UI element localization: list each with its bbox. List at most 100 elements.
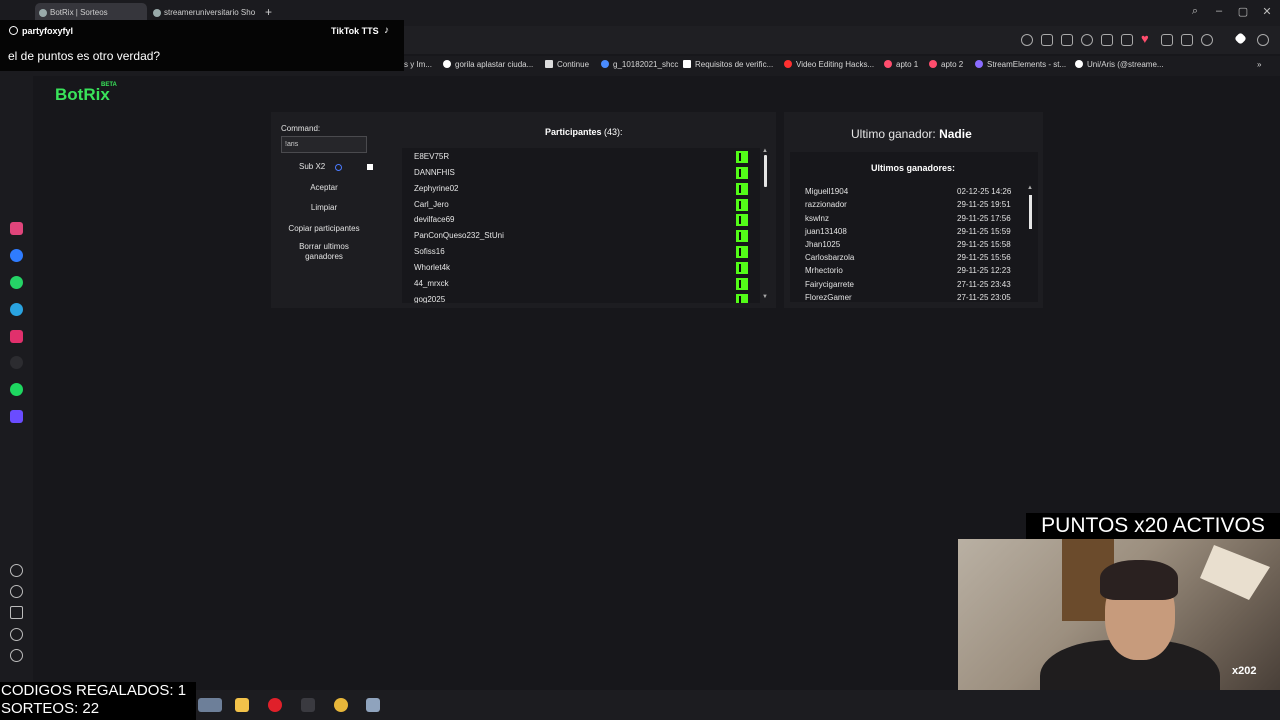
participants-scrollbar[interactable] <box>764 155 767 187</box>
bookmark-item[interactable]: g_10182021_shcc <box>601 59 678 71</box>
search-tabs-icon[interactable]: ⌕ <box>1188 5 1202 18</box>
image-thumbnail-icon[interactable] <box>198 698 222 712</box>
kick-icon <box>736 167 748 179</box>
x-icon[interactable] <box>10 356 23 369</box>
winner-date: 02-12-25 14:26 <box>957 187 1012 196</box>
folder-icon[interactable] <box>235 698 249 712</box>
clock-icon[interactable] <box>10 585 23 598</box>
list-item: devilface69 <box>414 215 455 224</box>
kick-icon <box>736 294 748 303</box>
botrix-logo[interactable]: BotRix <box>55 85 110 105</box>
kick-icon <box>736 183 748 195</box>
messenger-icon[interactable] <box>10 249 23 262</box>
instagram-icon[interactable] <box>10 330 23 343</box>
tiktok-icon: ♪ <box>384 25 389 36</box>
telegram-icon[interactable] <box>10 303 23 316</box>
winner-name: juan131408 <box>805 227 847 236</box>
spotify-icon[interactable] <box>10 383 23 396</box>
x-icon <box>683 60 691 68</box>
bookmark-item[interactable]: StreamElements - st... <box>975 59 1066 71</box>
points-banner: PUNTOS x20 ACTIVOS <box>1026 513 1280 539</box>
zoom-icon[interactable] <box>1021 34 1033 46</box>
edit-icon[interactable] <box>1041 34 1053 46</box>
link-icon <box>601 60 609 68</box>
new-tab-button[interactable]: + <box>265 5 272 19</box>
kick-icon <box>736 151 748 163</box>
file-icon <box>545 60 553 68</box>
winner-date: 29-11-25 17:56 <box>957 214 1011 223</box>
winner-date: 29-11-25 15:59 <box>957 227 1011 236</box>
app-icon[interactable] <box>301 698 315 712</box>
whatsapp-icon[interactable] <box>10 276 23 289</box>
play-icon[interactable] <box>1121 34 1133 46</box>
last-winner: Ultimo ganador: Nadie <box>851 127 972 141</box>
extension-icon[interactable] <box>1101 34 1113 46</box>
gear-icon[interactable] <box>10 628 23 641</box>
kick-icon <box>736 262 748 274</box>
info-icon[interactable] <box>335 164 342 171</box>
chrome-icon[interactable] <box>334 698 348 712</box>
scroll-up-icon[interactable]: ▲ <box>762 148 768 154</box>
airbnb-icon <box>884 60 892 68</box>
bookmark-item[interactable]: Continue <box>545 59 589 71</box>
shield-icon[interactable] <box>1081 34 1093 46</box>
bookmark-item[interactable]: s y Im... <box>404 59 432 71</box>
winners-title: Ultimos ganadores: <box>871 163 956 173</box>
globe-icon <box>153 9 161 17</box>
bookmark-item[interactable]: gorila aplastar ciuda... <box>443 59 533 71</box>
opera-icon[interactable] <box>268 698 282 712</box>
user-icon <box>9 26 18 35</box>
bookmark-item[interactable]: apto 2 <box>929 59 963 71</box>
accept-button[interactable]: Aceptar <box>281 182 367 193</box>
clear-button[interactable]: Limpiar <box>281 202 367 213</box>
codes-count: CODIGOS REGALADOS: 1 <box>1 682 187 699</box>
player-icon[interactable] <box>10 410 23 423</box>
kick-icon <box>736 199 748 211</box>
list-item: 44_mrxck <box>414 279 449 288</box>
command-input[interactable] <box>281 136 367 153</box>
list-item: gog2025 <box>414 295 446 303</box>
sub-x2-checkbox[interactable] <box>367 164 373 170</box>
bookmark-item[interactable]: Video Editing Hacks... <box>784 59 874 71</box>
beta-badge: BETA <box>101 82 117 88</box>
last-winner-name: Nadie <box>939 127 972 141</box>
scroll-up-icon[interactable]: ▲ <box>1027 185 1033 191</box>
webcam-streamer-hair <box>1100 560 1178 600</box>
menu-icon[interactable] <box>1181 34 1193 46</box>
winners-scrollbar[interactable] <box>1029 195 1032 229</box>
participants-list[interactable]: E8EV75R DANNFHIS Zephyrine02 Carl_Jero d… <box>402 148 760 303</box>
winner-date: 27-11-25 23:43 <box>957 280 1011 289</box>
bookmark-item[interactable]: Uni/Aris (@streame... <box>1075 59 1164 71</box>
camera-icon[interactable] <box>1061 34 1073 46</box>
scroll-down-icon[interactable]: ▼ <box>762 294 768 300</box>
streamelements-icon <box>975 60 983 68</box>
winner-date: 29-11-25 15:58 <box>957 240 1011 249</box>
close-icon[interactable]: ✕ <box>1260 5 1274 18</box>
chat-message: el de puntos es otro verdad? <box>8 49 161 63</box>
aria-icon[interactable] <box>10 222 23 235</box>
list-item: E8EV75R <box>414 152 450 161</box>
list-item: Sofiss16 <box>414 247 445 256</box>
tiktok-icon <box>1075 60 1083 68</box>
download-icon[interactable] <box>1161 34 1173 46</box>
winner-name: FlorezGamer <box>805 293 852 302</box>
kick-icon <box>736 278 748 290</box>
bookmark-item[interactable]: Requisitos de verific... <box>683 59 773 71</box>
kick-icon <box>736 230 748 242</box>
maximize-icon[interactable]: ▢ <box>1236 5 1250 18</box>
list-item: Zephyrine02 <box>414 184 459 193</box>
delete-winners-button[interactable]: Borrar ultimos ganadores <box>281 242 367 262</box>
heart-icon[interactable]: ♥ <box>1141 31 1149 46</box>
bookmark-item[interactable]: apto 1 <box>884 59 918 71</box>
winner-name: Carlosbarzola <box>805 253 855 262</box>
cube-icon[interactable] <box>10 606 23 619</box>
window-app-icon[interactable] <box>366 698 380 712</box>
settings-icon[interactable] <box>1257 34 1269 46</box>
minimize-icon[interactable]: – <box>1212 5 1226 17</box>
lightbulb-icon[interactable] <box>10 649 23 662</box>
copy-participants-button[interactable]: Copiar participantes <box>281 223 367 234</box>
heart-outline-icon[interactable] <box>10 564 23 577</box>
profile-icon[interactable] <box>1201 34 1213 46</box>
raffles-count: SORTEOS: 22 <box>1 700 100 717</box>
bookmarks-overflow-icon[interactable]: » <box>1257 59 1261 71</box>
